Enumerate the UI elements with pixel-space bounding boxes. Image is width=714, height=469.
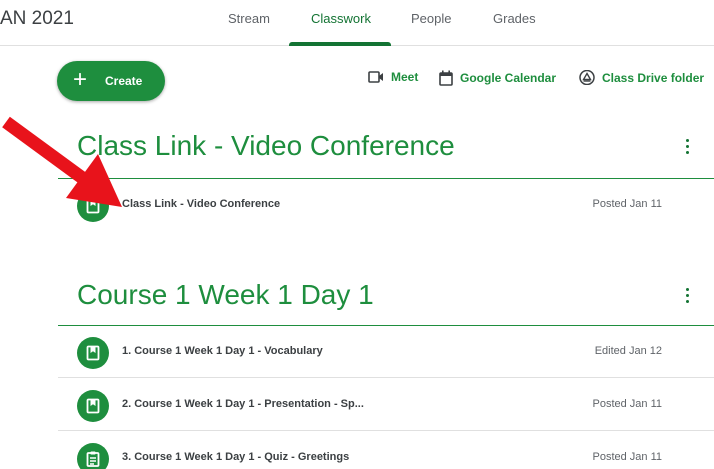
item-title: 3. Course 1 Week 1 Day 1 - Quiz - Greeti… bbox=[122, 451, 350, 463]
create-button[interactable]: + Create bbox=[57, 61, 165, 101]
classwork-item[interactable]: Class Link - Video Conference Posted Jan… bbox=[58, 179, 714, 231]
item-date: Posted Jan 11 bbox=[592, 398, 662, 410]
video-camera-icon bbox=[368, 71, 383, 83]
top-navigation-bar: AN 2021 Stream Classwork People Grades bbox=[0, 0, 714, 46]
meet-link[interactable]: Meet bbox=[368, 70, 418, 84]
create-button-label: Create bbox=[105, 74, 143, 88]
material-icon bbox=[77, 190, 109, 222]
google-calendar-label: Google Calendar bbox=[460, 71, 557, 85]
meet-label: Meet bbox=[391, 70, 419, 84]
topic-title: Class Link - Video Conference bbox=[77, 130, 455, 161]
material-icon bbox=[77, 390, 109, 422]
classwork-item[interactable]: 1. Course 1 Week 1 Day 1 - Vocabulary Ed… bbox=[58, 326, 714, 378]
item-title: 2. Course 1 Week 1 Day 1 - Presentation … bbox=[122, 398, 364, 410]
classwork-item[interactable]: 3. Course 1 Week 1 Day 1 - Quiz - Greeti… bbox=[58, 432, 714, 469]
item-title: Class Link - Video Conference bbox=[122, 198, 281, 210]
quiz-icon bbox=[77, 443, 109, 469]
class-drive-folder-link[interactable]: Class Drive folder bbox=[579, 70, 704, 85]
tab-stream[interactable]: Stream bbox=[228, 11, 270, 26]
material-icon bbox=[77, 337, 109, 369]
tab-grades[interactable]: Grades bbox=[493, 11, 536, 26]
plus-icon: + bbox=[73, 66, 88, 93]
tab-classwork[interactable]: Classwork bbox=[311, 11, 371, 26]
class-title: AN 2021 bbox=[0, 8, 74, 29]
class-drive-folder-label: Class Drive folder bbox=[602, 70, 705, 85]
topic-more-options-icon[interactable] bbox=[684, 288, 692, 304]
classwork-item[interactable]: 2. Course 1 Week 1 Day 1 - Presentation … bbox=[58, 379, 714, 431]
tab-people[interactable]: People bbox=[411, 11, 451, 26]
item-title: 1. Course 1 Week 1 Day 1 - Vocabulary bbox=[122, 345, 323, 357]
topic-title: Course 1 Week 1 Day 1 bbox=[77, 279, 374, 310]
item-date: Edited Jan 12 bbox=[594, 345, 662, 357]
drive-icon bbox=[579, 70, 595, 85]
google-calendar-link[interactable]: Google Calendar bbox=[439, 70, 556, 86]
calendar-icon bbox=[439, 70, 453, 86]
topic-more-options-icon[interactable] bbox=[684, 139, 692, 155]
item-date: Posted Jan 11 bbox=[592, 198, 662, 210]
active-tab-indicator bbox=[289, 42, 391, 46]
item-date: Posted Jan 11 bbox=[592, 451, 662, 463]
